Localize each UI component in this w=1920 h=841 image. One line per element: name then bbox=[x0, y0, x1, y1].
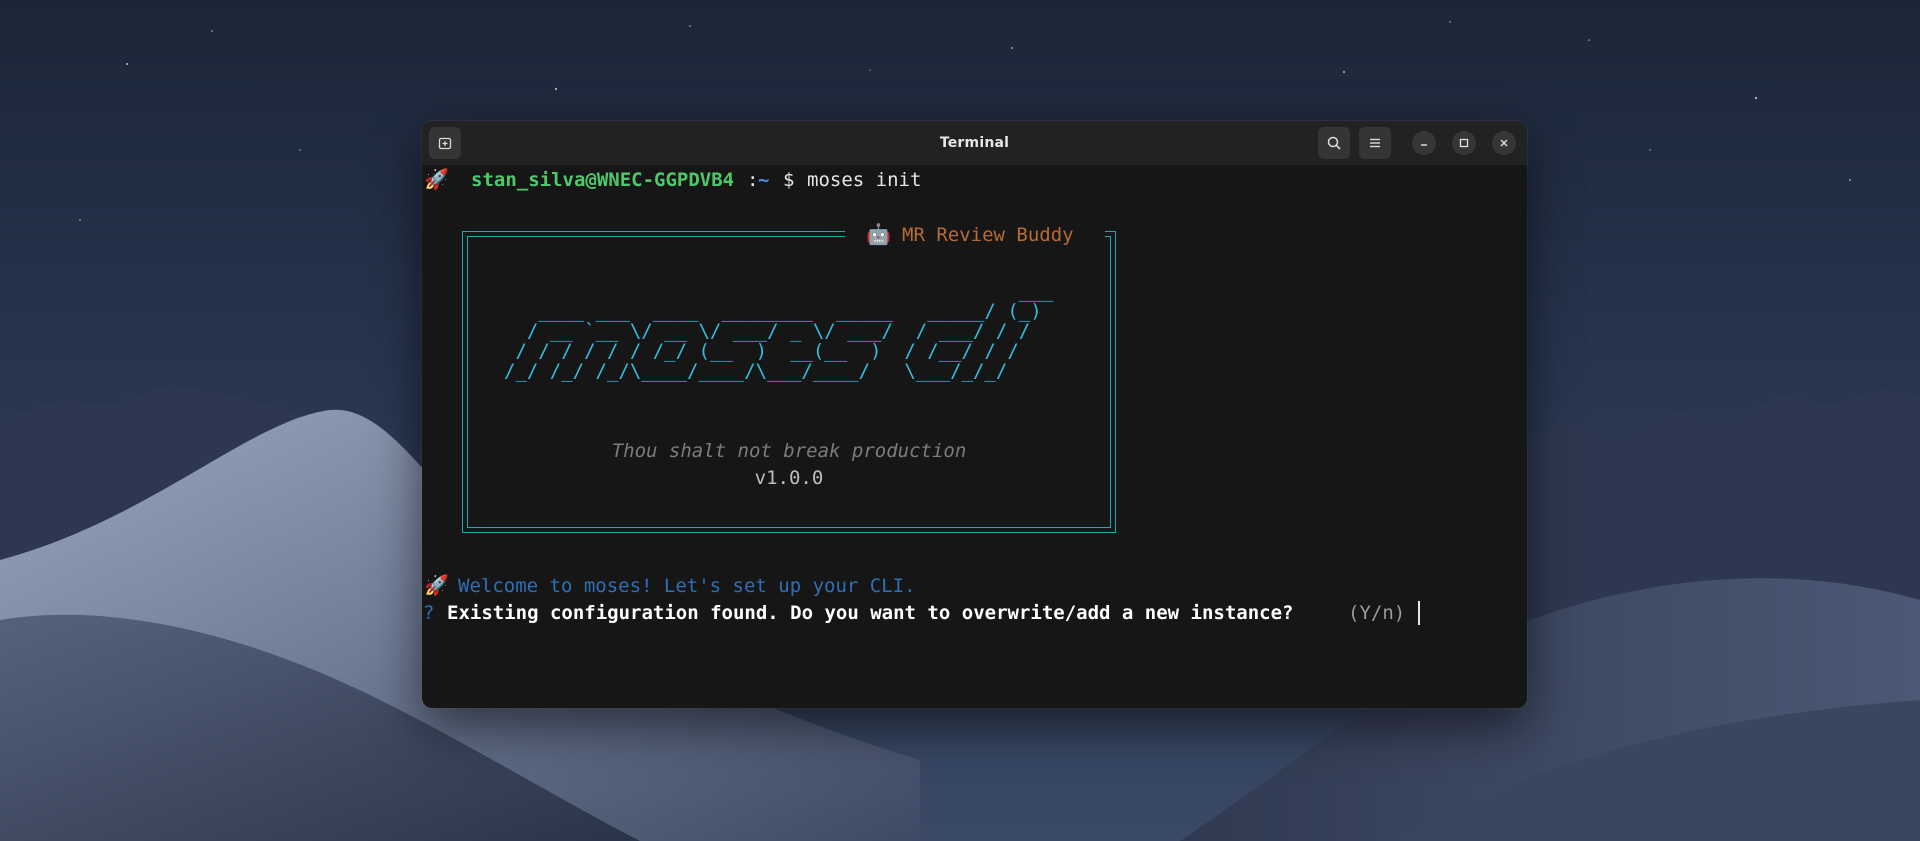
titlebar[interactable]: Terminal bbox=[422, 121, 1527, 165]
search-icon bbox=[1327, 136, 1341, 150]
prompt-user-host: stan_silva@WNEC-GGPDVB4 bbox=[471, 169, 735, 191]
minimize-button[interactable] bbox=[1412, 131, 1436, 155]
rocket-icon: 🚀 bbox=[424, 167, 449, 191]
prompt-separator: : bbox=[747, 169, 759, 191]
banner-tagline: Thou shalt not break production bbox=[611, 440, 967, 462]
hamburger-menu-icon bbox=[1370, 138, 1380, 148]
banner-version: v1.0.0 bbox=[754, 467, 824, 489]
prompt-path: ~ bbox=[758, 169, 770, 191]
maximize-icon bbox=[1459, 138, 1469, 148]
question-marker: ? bbox=[423, 602, 435, 624]
menu-button[interactable] bbox=[1359, 127, 1391, 159]
close-icon bbox=[1500, 139, 1508, 147]
search-button[interactable] bbox=[1318, 127, 1350, 159]
question-hint: (Y/n) bbox=[1348, 602, 1406, 624]
text-cursor[interactable] bbox=[1418, 601, 1420, 625]
new-tab-icon bbox=[438, 137, 452, 150]
new-tab-button[interactable] bbox=[429, 127, 461, 159]
minimize-icon bbox=[1421, 144, 1427, 146]
robot-icon: 🤖 bbox=[866, 222, 891, 246]
prompt-command: moses init bbox=[807, 169, 922, 191]
close-button[interactable] bbox=[1492, 131, 1516, 155]
welcome-message: Welcome to moses! Let's set up your CLI. bbox=[458, 575, 916, 597]
ascii-logo: ___ ____ ___ ____ ________ _____ _____/ … bbox=[504, 280, 1054, 382]
rocket-icon: 🚀 bbox=[424, 573, 449, 597]
maximize-button[interactable] bbox=[1452, 131, 1476, 155]
question-text: Existing configuration found. Do you wan… bbox=[447, 602, 1294, 624]
prompt-symbol: $ bbox=[783, 169, 795, 191]
banner-title: MR Review Buddy bbox=[902, 224, 1074, 246]
